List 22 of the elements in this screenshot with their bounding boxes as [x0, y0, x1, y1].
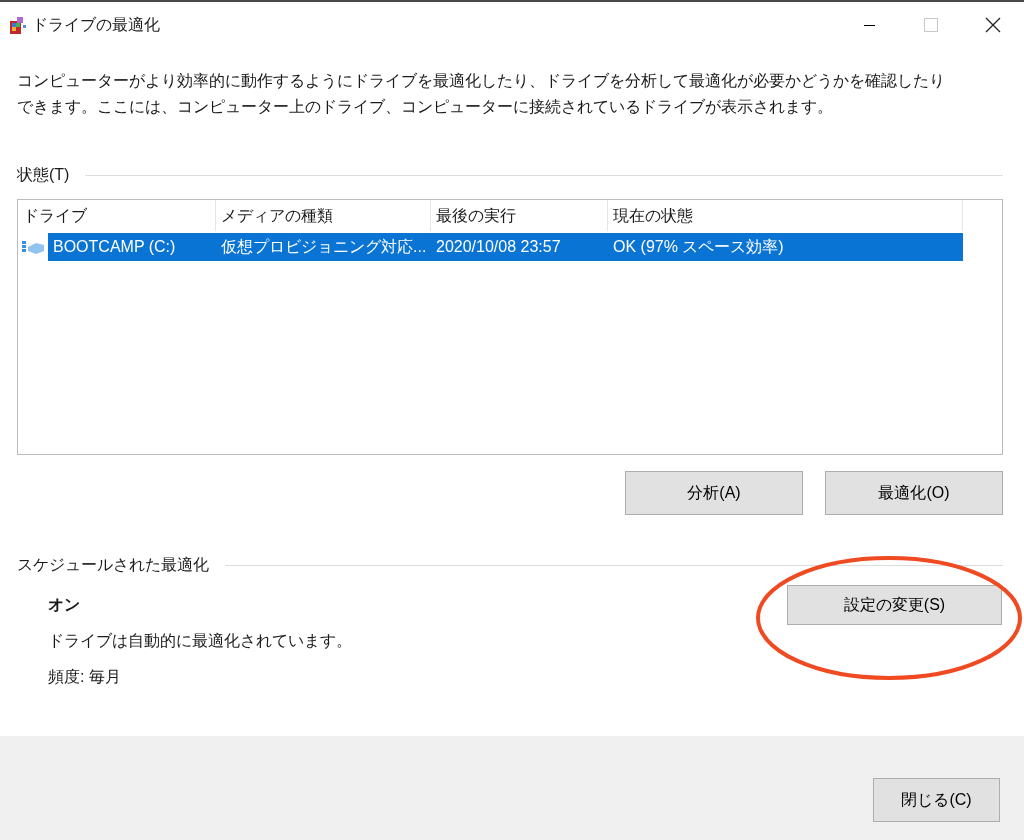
column-header[interactable]: ドライブ: [18, 200, 216, 231]
change-settings-button[interactable]: 設定の変更(S): [787, 585, 1002, 625]
optimize-button[interactable]: 最適化(O): [825, 471, 1003, 515]
table-cell-text: OK (97% スペース効率): [612, 237, 785, 257]
table-cell-text: BOOTCAMP (C:): [52, 237, 177, 257]
schedule-label: スケジュールされた最適化: [17, 555, 209, 575]
table-cell-text: 2020/10/08 23:57: [435, 237, 562, 257]
column-header[interactable]: メディアの種類: [216, 200, 431, 231]
column-header[interactable]: 現在の状態: [608, 200, 963, 231]
window-title: ドライブの最適化: [32, 15, 160, 35]
frequency-text: 頻度: 毎月: [48, 667, 122, 687]
drive-row[interactable]: BOOTCAMP (C:) 仮想プロビジョニング対応... 2020/10/08 23:57 OK (97% スペース効率): [48, 233, 963, 261]
description-text: コンピューターがより効率的に動作するようにドライブを最適化したり、ドライブを分析して最適化が必要かどうかを確認したりできます。ここには、コンピューター上のドライブ、コンピューターに接続されているドライブが表示されます。: [17, 71, 946, 117]
schedule-state: オン: [48, 595, 81, 615]
drive-icon: [22, 239, 44, 255]
status-label: 状態(T): [17, 165, 70, 185]
defrag-app-icon: [9, 15, 29, 35]
schedule-description: ドライブは自動的に最適化されています。: [48, 631, 352, 651]
analyze-button[interactable]: 分析(A): [625, 471, 803, 515]
table-cell-text: 仮想プロビジョニング対応...: [220, 237, 428, 257]
column-header[interactable]: 最後の実行: [431, 200, 608, 231]
close-button[interactable]: 閉じる(C): [873, 778, 1000, 822]
